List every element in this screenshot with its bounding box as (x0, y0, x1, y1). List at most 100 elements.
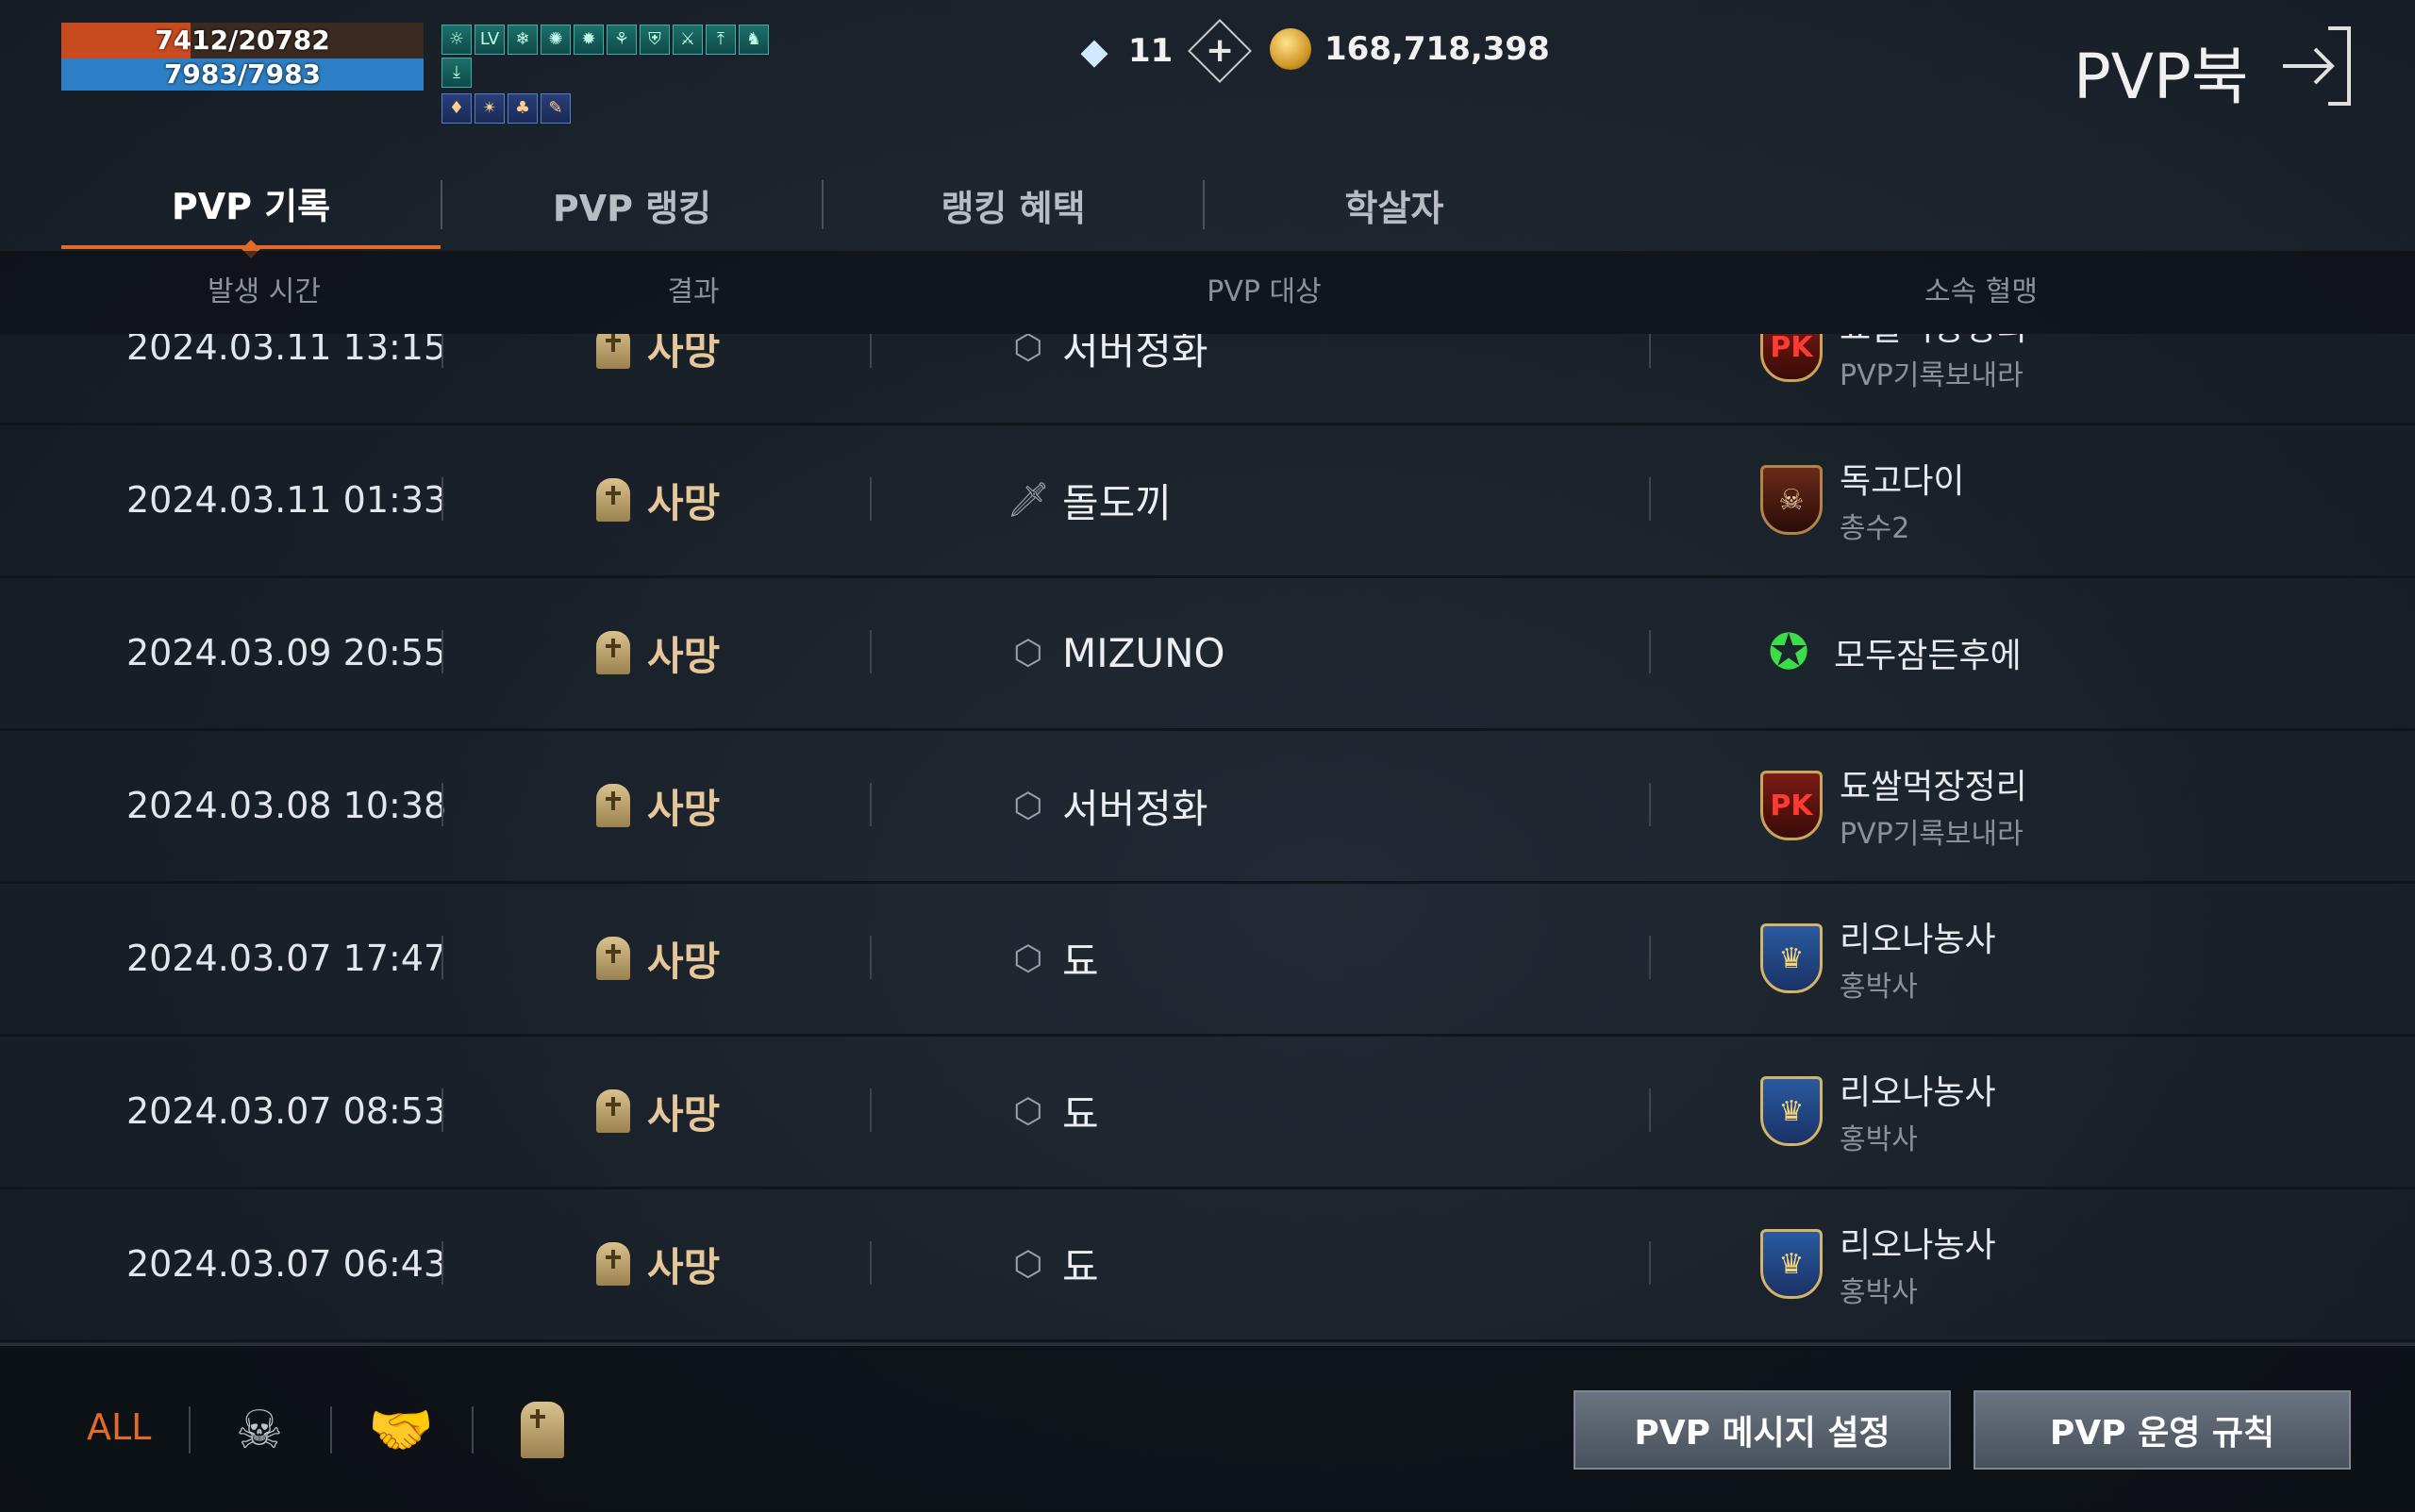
class-crystal-icon: ⬡ (1013, 1244, 1043, 1284)
gem-count: 11 (1128, 32, 1174, 70)
target-name[interactable]: 서버정화 (1062, 334, 1208, 376)
coin-icon (1270, 28, 1311, 70)
buff-icon[interactable]: ✺ (541, 25, 571, 55)
column-divider (441, 334, 443, 368)
table-row[interactable]: 2024.03.09 20:55 사망 ⬡ MIZUNO ✪ 모두잠든후에 (0, 577, 2415, 731)
row-clan: ♛ 리오나농사 홍박사 (1760, 883, 1996, 1034)
pvp-rules-button[interactable]: PVP 운영 규칙 (1974, 1390, 2351, 1470)
table-row[interactable]: 2024.03.11 01:33 사망 🗡 돌도끼 ☠ 독고다이 총수2 (0, 424, 2415, 578)
tab-pvp-record[interactable]: PVP 기록 (61, 160, 441, 249)
target-name[interactable]: 서버정화 (1062, 777, 1208, 835)
clan-name[interactable]: 리오나농사 (1840, 912, 1996, 961)
row-time: 2024.03.11 13:15 (126, 334, 447, 368)
buff-icon[interactable]: ♞ (739, 25, 769, 55)
result-label: 사망 (647, 1243, 721, 1290)
buff-icon[interactable]: LV (475, 25, 505, 55)
column-divider (1649, 477, 1651, 521)
table-row[interactable]: 2024.03.11 13:15 사망 ⬡ 서버정화 PK 됴쌀먹장정리 PVP… (0, 334, 2415, 425)
table-row[interactable]: 2024.03.07 17:47 사망 ⬡ 됴 ♛ 리오나농사 홍박사 (0, 883, 2415, 1037)
handshake-icon[interactable]: 🤝 (366, 1395, 436, 1465)
table-row[interactable]: 2024.03.07 08:53 사망 ⬡ 됴 ♛ 리오나농사 홍박사 (0, 1036, 2415, 1189)
class-dagger-icon: 🗡 (1007, 481, 1050, 520)
table-row[interactable]: 2024.03.08 10:38 사망 ⬡ 서버정화 PK 됴쌀먹장정리 PVP… (0, 730, 2415, 884)
tombstone-icon[interactable] (508, 1395, 577, 1465)
column-divider (1649, 936, 1651, 979)
column-divider (870, 1088, 872, 1132)
tab-pvp-ranking[interactable]: PVP 랭킹 (442, 160, 822, 249)
exit-icon[interactable] (2275, 25, 2358, 108)
column-divider (870, 334, 872, 368)
target-name[interactable]: 됴 (1062, 930, 1099, 988)
pvp-record-list[interactable]: 2024.03.11 13:15 사망 ⬡ 서버정화 PK 됴쌀먹장정리 PVP… (0, 334, 2415, 1343)
clan-leader: 홍박사 (1840, 971, 1918, 1004)
row-clan: ♛ 리오나농사 홍박사 (1760, 1036, 1996, 1187)
buff-icon[interactable]: ⤓ (441, 58, 472, 88)
column-divider (870, 630, 872, 673)
row-result: 사망 (596, 1188, 720, 1339)
tab-slayer[interactable]: 학살자 (1205, 160, 1584, 249)
buff-icon[interactable]: ✴ (475, 93, 505, 124)
buff-icon[interactable]: ⛨ (640, 25, 670, 55)
row-time: 2024.03.08 10:38 (126, 785, 447, 826)
row-target: ⬡ 됴 (1009, 1188, 1099, 1339)
clan-names: 독고다이 총수2 (1840, 454, 1964, 546)
tombstone-shape (521, 1402, 564, 1458)
buff-icon[interactable]: ⚔ (673, 25, 703, 55)
clan-name[interactable]: 리오나농사 (1840, 1218, 1996, 1267)
clan-names: 리오나농사 홍박사 (1840, 1065, 1996, 1157)
column-header-target: PVP 대상 (1207, 275, 1322, 308)
add-gems-button[interactable]: + (1188, 19, 1253, 83)
clan-leader: PVP기록보내라 (1840, 818, 2024, 851)
row-result: 사망 (596, 334, 720, 423)
target-name[interactable]: 됴 (1062, 1083, 1099, 1140)
class-crystal-icon: ⬡ (1013, 334, 1043, 367)
clan-name[interactable]: 리오나농사 (1840, 1065, 1996, 1114)
pvp-message-settings-button[interactable]: PVP 메시지 설정 (1574, 1390, 1951, 1470)
column-header-time: 발생 시간 (208, 275, 321, 308)
tab-ranking-rewards[interactable]: 랭킹 혜택 (824, 160, 1203, 249)
buff-icon[interactable]: ✹ (574, 25, 604, 55)
column-divider (1649, 783, 1651, 826)
class-crystal-icon: ⬡ (1013, 939, 1043, 978)
row-result: 사망 (596, 424, 720, 575)
buff-icon[interactable]: ❄ (508, 25, 538, 55)
clan-crest-icon: ♛ (1760, 1076, 1823, 1146)
tombstone-icon (596, 784, 630, 827)
row-time: 2024.03.11 01:33 (126, 479, 447, 521)
buff-icon[interactable]: ♦ (441, 93, 472, 124)
filter-all[interactable]: ALL (87, 1406, 151, 1448)
target-name[interactable]: 됴 (1062, 1236, 1099, 1293)
table-row[interactable]: 2024.03.07 06:43 사망 ⬡ 됴 ♛ 리오나농사 홍박사 (0, 1188, 2415, 1342)
row-target: ⬡ 서버정화 (1009, 334, 1208, 423)
filter-divider (330, 1406, 332, 1454)
gold-count: 168,718,398 (1324, 30, 1550, 68)
column-divider (441, 477, 443, 521)
clan-name[interactable]: 모두잠든후에 (1834, 628, 2022, 677)
clan-names: 모두잠든후에 (1834, 628, 2022, 677)
clan-crest-icon: PK (1760, 334, 1823, 382)
row-time: 2024.03.07 17:47 (126, 938, 447, 979)
clan-crest-icon: ☠ (1760, 465, 1823, 535)
column-divider (1649, 334, 1651, 368)
clan-name[interactable]: 됴쌀먹장정리 (1840, 334, 2027, 350)
result-label: 사망 (647, 938, 721, 985)
class-crystal-icon: ⬡ (1013, 633, 1043, 673)
class-crystal-icon: ⬡ (1013, 786, 1043, 825)
buff-icons[interactable]: ☼ LV ❄ ✺ ✹ ⚘ ⛨ ⚔ ⤒ ♞ ⤓ ♦ ✴ ♣ ✎ (441, 25, 791, 124)
clan-name[interactable]: 됴쌀먹장정리 (1840, 759, 2027, 808)
table-header: 발생 시간 결과 PVP 대상 소속 혈맹 (0, 251, 2415, 334)
clan-names: 리오나농사 홍박사 (1840, 912, 1996, 1005)
row-clan: ✪ 모두잠든후에 (1760, 577, 2022, 728)
clan-name[interactable]: 독고다이 (1840, 454, 1964, 503)
buff-icon[interactable]: ⚘ (607, 25, 637, 55)
tab-bar: PVP 기록 PVP 랭킹 랭킹 혜택 학살자 (61, 160, 1584, 249)
skull-icon[interactable]: ☠ (225, 1395, 294, 1465)
result-label: 사망 (647, 334, 721, 374)
buff-icon[interactable]: ☼ (441, 25, 472, 55)
buff-icon[interactable]: ♣ (508, 93, 538, 124)
target-name[interactable]: 돌도끼 (1062, 472, 1172, 529)
buff-icon[interactable]: ⤒ (706, 25, 736, 55)
target-name[interactable]: MIZUNO (1062, 630, 1225, 676)
buff-icon[interactable]: ✎ (541, 93, 571, 124)
clan-leader: 총수2 (1840, 512, 1910, 545)
